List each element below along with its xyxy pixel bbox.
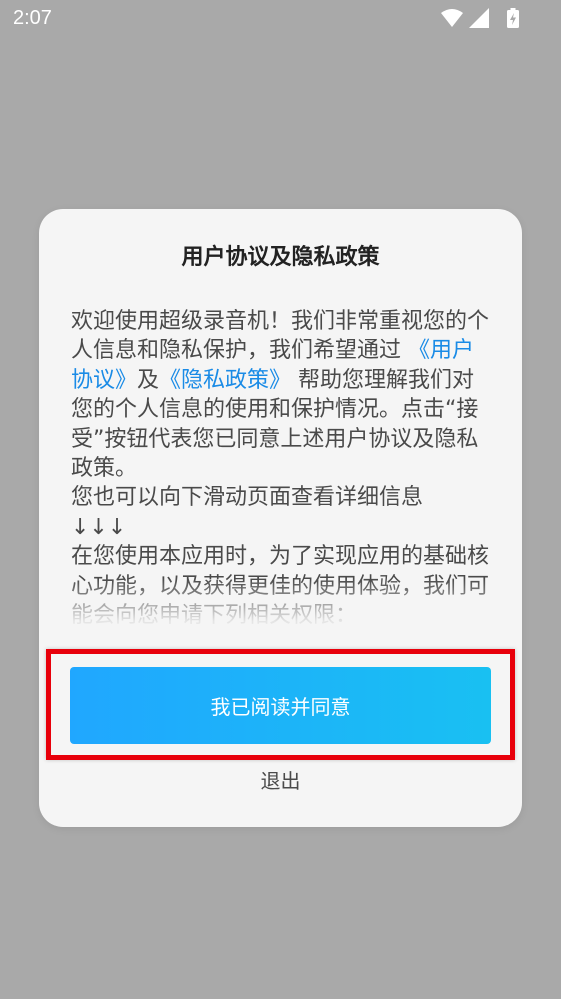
- permissions-intro: 在您使用本应用时，为了实现应用的基础核心功能，以及获得更佳的使用体验，我们可能会…: [71, 544, 490, 629]
- scroll-arrows: ↓↓↓: [71, 514, 127, 540]
- and-text: 及: [137, 367, 160, 393]
- status-time: 2:07: [13, 7, 52, 29]
- dialog-title: 用户协议及隐私政策: [181, 245, 380, 270]
- privacy-dialog: 用户协议及隐私政策 欢迎使用超级录音机！我们非常重视您的个人信息和隐私保护，我们…: [39, 209, 522, 827]
- signal-icon: [469, 8, 489, 28]
- status-bar: 2:07: [0, 0, 561, 40]
- wifi-icon: [441, 9, 463, 27]
- intro-paragraph: 欢迎使用超级录音机！我们非常重视您的个人信息和隐私保护，我们希望通过 《用户协议…: [71, 307, 496, 483]
- dialog-body-scroll[interactable]: 欢迎使用超级录音机！我们非常重视您的个人信息和隐私保护，我们希望通过 《用户协议…: [71, 307, 496, 641]
- agree-button[interactable]: 我已阅读并同意: [70, 667, 491, 744]
- scroll-hint: 您也可以向下滑动页面查看详细信息: [71, 485, 424, 511]
- exit-button[interactable]: 退出: [39, 765, 522, 794]
- privacy-policy-link[interactable]: 《隐私政策》: [159, 368, 291, 393]
- battery-charging-icon: [507, 8, 519, 28]
